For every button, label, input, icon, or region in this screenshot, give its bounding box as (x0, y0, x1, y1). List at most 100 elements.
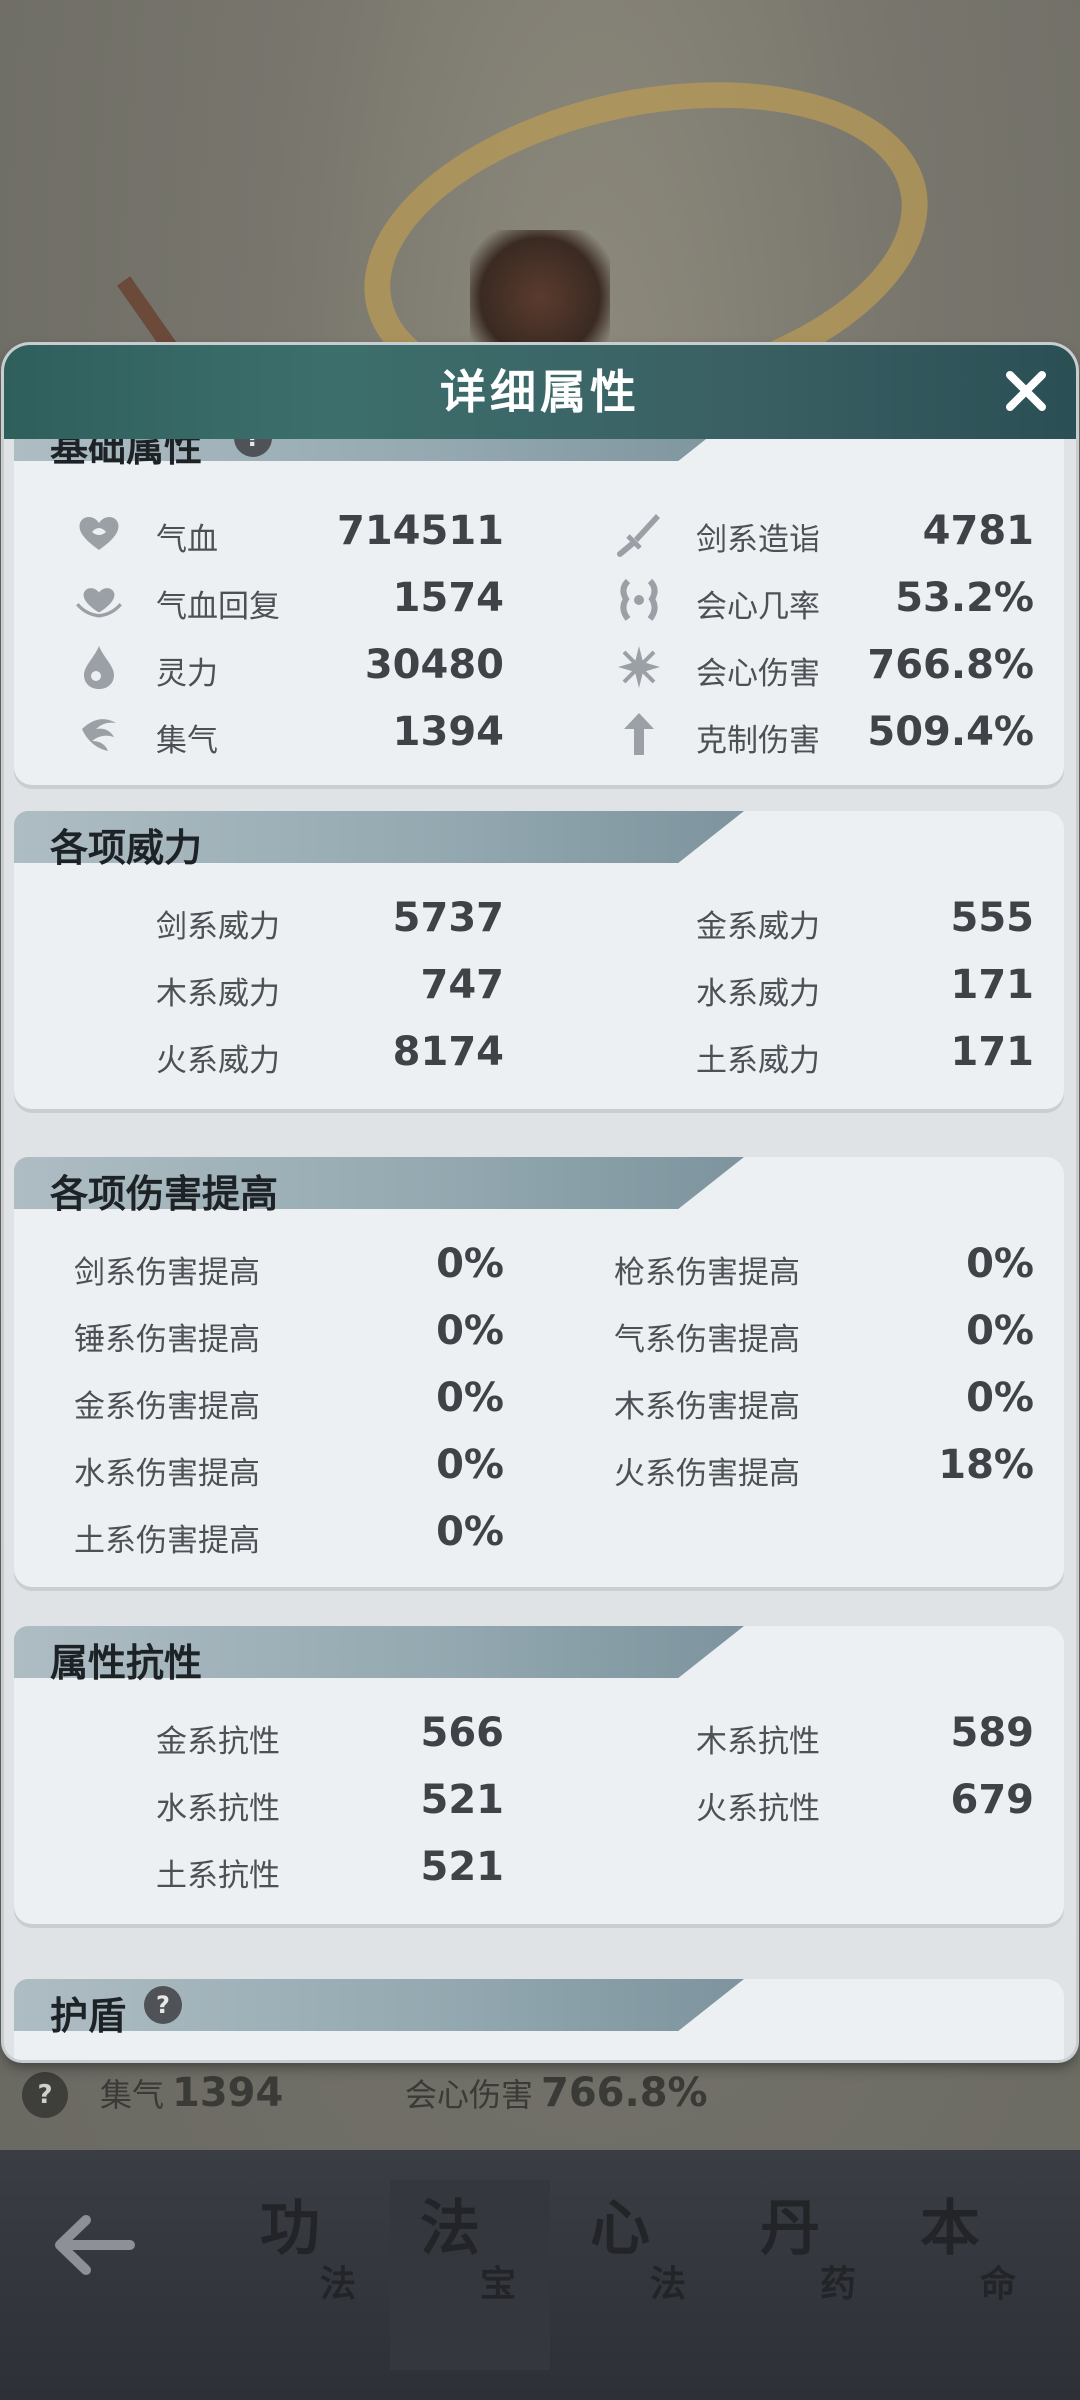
stat-value: 18% (938, 1442, 1034, 1488)
heart-icon (79, 517, 119, 550)
stat-huoxi-weili: 火系威力 8174 (74, 1023, 504, 1083)
stat-label: 克制伤害 (696, 723, 820, 759)
stat-label: 土系抗性 (156, 1858, 280, 1894)
stat-qixue-huifu: 气血回复 1574 (74, 569, 504, 629)
stat-value: 679 (950, 1777, 1035, 1823)
crit-damage-icon (618, 646, 660, 688)
stat-qixue: 气血 714511 (74, 502, 504, 562)
stat-label: 灵力 (156, 656, 218, 692)
stat-label: 金系威力 (696, 909, 820, 945)
stat-label: 木系伤害提高 (614, 1389, 800, 1425)
stat-label: 火系伤害提高 (614, 1456, 800, 1492)
stat-kezhi-shanghai: 克制伤害 509.4% (614, 703, 1034, 763)
stat-qixi-boost: 气系伤害提高 0% (614, 1302, 1034, 1362)
stat-label: 木系抗性 (696, 1724, 820, 1760)
stat-value: 0% (436, 1442, 504, 1488)
section-title: 护盾 (50, 1994, 127, 2038)
stat-huoxi-boost: 火系伤害提高 18% (614, 1436, 1034, 1496)
close-icon (1006, 371, 1046, 411)
stat-value: 566 (420, 1710, 505, 1756)
stat-value: 0% (966, 1308, 1034, 1354)
stat-value: 4781 (922, 508, 1034, 554)
stat-value: 521 (420, 1844, 505, 1890)
counter-arrow-icon (624, 713, 654, 755)
stat-shuixi-weili: 水系威力 171 (614, 956, 1034, 1016)
stat-label: 会心几率 (696, 589, 820, 625)
stat-value: 521 (420, 1777, 505, 1823)
background-stat-crit: 会心伤害 766.8% (405, 2070, 708, 2116)
tab-small-char: 药 (820, 2263, 857, 2305)
stat-qiangxi-boost: 枪系伤害提高 0% (614, 1235, 1034, 1295)
section-damage-boost: 各项伤害提高 剑系伤害提高 0% 锤系伤害提高 0% 金系伤害提高 0% 水系伤… (14, 1157, 1064, 1591)
stat-label: 火系威力 (156, 1043, 280, 1079)
tab-xinfa[interactable]: 心 法 (560, 2180, 720, 2370)
stat-value: 8174 (392, 1029, 504, 1075)
stat-label: 锤系伤害提高 (74, 1322, 260, 1358)
stat-tuxi-kangxing: 土系抗性 521 (74, 1838, 504, 1898)
stat-value: 171 (950, 962, 1035, 1008)
stat-label: 气血回复 (156, 589, 280, 625)
tab-small-char: 命 (980, 2263, 1017, 2305)
stat-value: 0% (436, 1375, 504, 1421)
close-button[interactable] (1000, 365, 1052, 417)
crit-rate-icon (620, 578, 658, 621)
stat-label: 水系威力 (696, 976, 820, 1012)
stat-label: 火系抗性 (696, 1791, 820, 1827)
stat-value: 0% (966, 1241, 1034, 1287)
stat-huixin-jilv: 会心几率 53.2% (614, 569, 1034, 629)
tab-gongfa[interactable]: 功 法 (230, 2180, 390, 2370)
background-stat-bar: ? 集气 1394 会心伤害 766.8% (0, 2050, 1080, 2140)
background-stat-value: 766.8% (541, 2070, 708, 2116)
stat-jianxi-zaoyi: 剑系造诣 4781 (614, 502, 1034, 562)
stat-label: 剑系伤害提高 (74, 1255, 260, 1291)
tab-big-char: 心 (590, 2194, 650, 2264)
section-header: 属性抗性 (14, 1626, 744, 1685)
back-arrow-icon (55, 2215, 135, 2275)
stat-lingli: 灵力 30480 (74, 636, 504, 696)
section-title: 各项伤害提高 (50, 1172, 279, 1216)
help-icon[interactable]: ? (144, 1986, 182, 2024)
stat-jianxi-boost: 剑系伤害提高 0% (74, 1235, 504, 1295)
stat-label: 金系抗性 (156, 1724, 280, 1760)
stat-muxi-weili: 木系威力 747 (74, 956, 504, 1016)
stat-value: 0% (436, 1509, 504, 1555)
section-title: 各项威力 (50, 826, 203, 870)
detail-attributes-dialog: 详细属性 基础属性 ? 气血 714511 气血回复 1574 (4, 345, 1076, 2060)
section-basic-attributes: 基础属性 ? 气血 714511 气血回复 1574 灵力 30480 (14, 439, 1064, 789)
tab-big-char: 本 (920, 2194, 980, 2264)
stat-value: 30480 (364, 642, 504, 688)
back-button[interactable] (40, 2190, 150, 2300)
stat-huoxi-kangxing: 火系抗性 679 (614, 1771, 1034, 1831)
stat-label: 土系威力 (696, 1043, 820, 1079)
stat-jinxi-boost: 金系伤害提高 0% (74, 1369, 504, 1429)
stat-value: 766.8% (867, 642, 1034, 688)
tab-small-char: 宝 (480, 2263, 517, 2305)
background-stat-label: 集气 (100, 2076, 165, 2114)
stat-value: 509.4% (867, 709, 1034, 755)
stat-shuixi-boost: 水系伤害提高 0% (74, 1436, 504, 1496)
stat-label: 枪系伤害提高 (614, 1255, 800, 1291)
stat-label: 木系威力 (156, 976, 280, 1012)
tab-fabao[interactable]: 法 宝 (390, 2180, 550, 2370)
background-stat-qi: 集气 1394 (100, 2070, 283, 2116)
stat-label: 水系抗性 (156, 1791, 280, 1827)
tab-big-char: 功 (260, 2194, 320, 2264)
stat-muxi-kangxing: 木系抗性 589 (614, 1704, 1034, 1764)
dialog-title: 详细属性 (440, 365, 640, 419)
tab-small-char: 法 (650, 2263, 687, 2305)
stat-value: 0% (436, 1241, 504, 1287)
stat-value: 0% (436, 1308, 504, 1354)
stat-jianxi-weili: 剑系威力 5737 (74, 889, 504, 949)
dialog-scroll-area[interactable]: 基础属性 ? 气血 714511 气血回复 1574 灵力 30480 (4, 439, 1076, 2060)
stat-value: 5737 (392, 895, 504, 941)
stat-label: 集气 (156, 723, 218, 759)
stat-label: 剑系造诣 (696, 522, 820, 558)
stat-jinxi-weili: 金系威力 555 (614, 889, 1034, 949)
stat-muxi-boost: 木系伤害提高 0% (614, 1369, 1034, 1429)
tab-danyao[interactable]: 丹 药 (730, 2180, 890, 2370)
tab-benming[interactable]: 本 命 (890, 2180, 1050, 2370)
stat-value: 1574 (392, 575, 504, 621)
stat-label: 会心伤害 (696, 656, 820, 692)
swirl-icon (82, 719, 116, 751)
section-header: 各项威力 (14, 811, 744, 870)
